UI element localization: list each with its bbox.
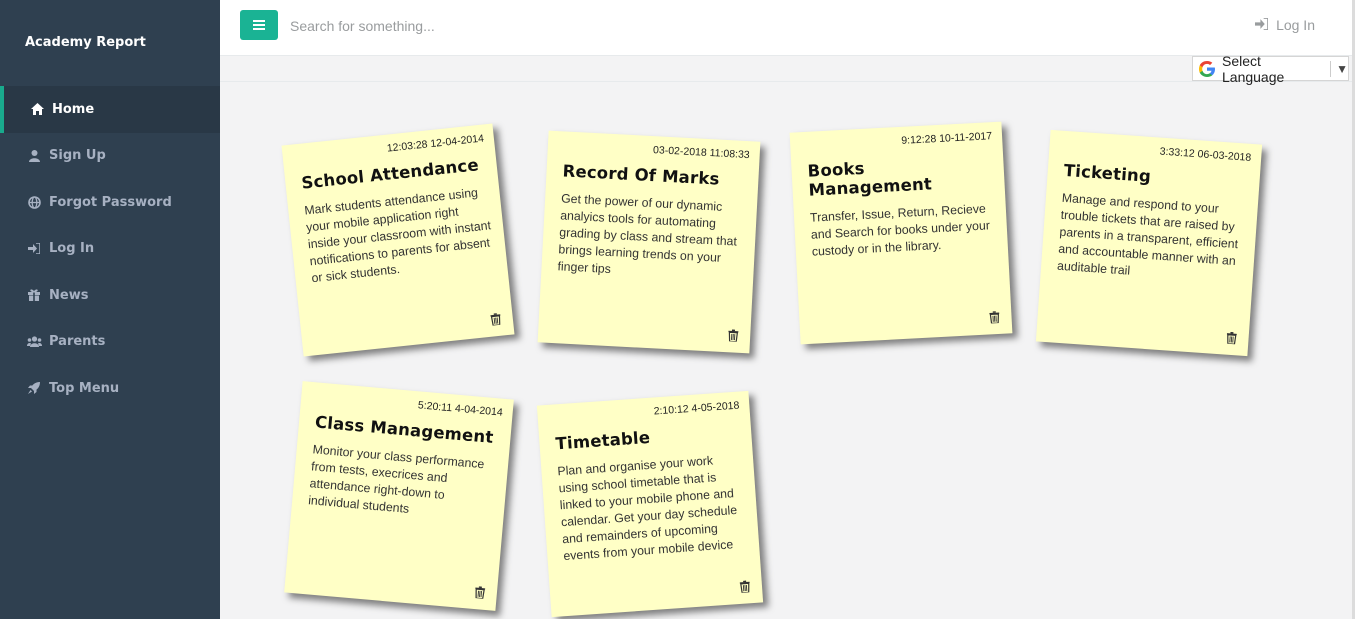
divider [1330, 60, 1332, 77]
sidebar: Academy Report Home Sign Up Forgot Passw… [0, 0, 220, 619]
note-timestamp: 9:12:28 10-11-2017 [900, 130, 993, 147]
home-icon [28, 103, 46, 116]
sidebar-item-sign-up[interactable]: Sign Up [0, 133, 220, 180]
note-card[interactable]: 5:20:11 4-04-2014 Class Management Monit… [284, 381, 514, 611]
sidebar-item-label: Home [52, 101, 95, 117]
note-timestamp: 03-02-2018 11:08:33 [652, 144, 750, 162]
hamburger-icon [253, 20, 265, 30]
note-card[interactable]: 9:12:28 10-11-2017 Books Management Tran… [789, 121, 1013, 345]
sidebar-item-log-in[interactable]: Log In [0, 226, 220, 273]
note-body: Get the power of our dynamic analyics to… [557, 191, 738, 277]
note-card[interactable]: 3:33:12 06-03-2018 Ticketing Manage and … [1035, 129, 1263, 357]
note-title: Timetable [554, 427, 651, 454]
note-title: Class Management [314, 412, 495, 447]
menu-toggle-button[interactable] [240, 10, 278, 40]
note-body: Manage and respond to your trouble ticke… [1056, 190, 1239, 278]
note-timestamp: 3:33:12 06-03-2018 [1159, 145, 1252, 164]
top-login-link[interactable]: Log In [1255, 17, 1315, 33]
sidebar-item-news[interactable]: News [0, 272, 220, 319]
sidebar-item-label: Top Menu [49, 380, 120, 396]
note-body: Mark students attendance using your mobi… [303, 185, 492, 286]
google-icon [1197, 59, 1217, 79]
header-divider [220, 81, 1355, 82]
sign-in-icon [1255, 17, 1269, 33]
topbar: Log In [220, 0, 1355, 56]
users-icon [25, 336, 43, 348]
note-body: Monitor your class performance from test… [307, 442, 485, 516]
note-title: Books Management [807, 158, 933, 200]
rocket-icon [25, 382, 43, 395]
gift-icon [25, 289, 43, 302]
trash-icon[interactable] [1226, 331, 1237, 345]
sidebar-item-label: Forgot Password [49, 194, 172, 210]
sidebar-item-top-menu[interactable]: Top Menu [0, 365, 220, 412]
globe-icon [25, 195, 43, 209]
sidebar-item-label: Log In [49, 241, 95, 257]
note-body: Transfer, Issue, Return, Recieve and Sea… [809, 201, 991, 259]
language-select[interactable]: Select Language ▼ [1192, 53, 1349, 85]
note-card[interactable]: 12:03:28 12-04-2014 School Attendance Ma… [281, 123, 515, 357]
note-title: Record Of Marks [562, 161, 721, 189]
note-card[interactable]: 2:10:12 4-05-2018 Timetable Plan and org… [536, 390, 764, 618]
dropdown-arrow-icon: ▼ [1336, 61, 1348, 76]
trash-icon[interactable] [474, 585, 486, 600]
sidebar-item-label: News [49, 287, 89, 303]
note-body: Plan and organise your work using school… [557, 453, 738, 564]
note-title: Ticketing [1063, 160, 1152, 186]
note-card[interactable]: 03-02-2018 11:08:33 Record Of Marks Get … [537, 130, 761, 354]
search-input[interactable] [290, 14, 890, 38]
sidebar-item-label: Sign Up [49, 148, 106, 164]
top-login-label: Log In [1276, 17, 1315, 33]
sidebar-nav: Home Sign Up Forgot Password Log In News [0, 86, 220, 412]
trash-icon[interactable] [728, 328, 739, 343]
sidebar-item-forgot-password[interactable]: Forgot Password [0, 179, 220, 226]
trash-icon[interactable] [490, 312, 501, 327]
language-select-label: Select Language [1222, 52, 1285, 85]
sidebar-item-label: Parents [49, 334, 106, 350]
trash-icon[interactable] [739, 579, 751, 594]
brand-title[interactable]: Academy Report [25, 35, 146, 50]
sign-in-icon [25, 243, 43, 255]
note-timestamp: 2:10:12 4-05-2018 [653, 399, 740, 418]
trash-icon[interactable] [989, 310, 1000, 325]
sidebar-item-home[interactable]: Home [0, 86, 220, 133]
sidebar-item-parents[interactable]: Parents [0, 319, 220, 366]
user-icon [25, 149, 43, 162]
